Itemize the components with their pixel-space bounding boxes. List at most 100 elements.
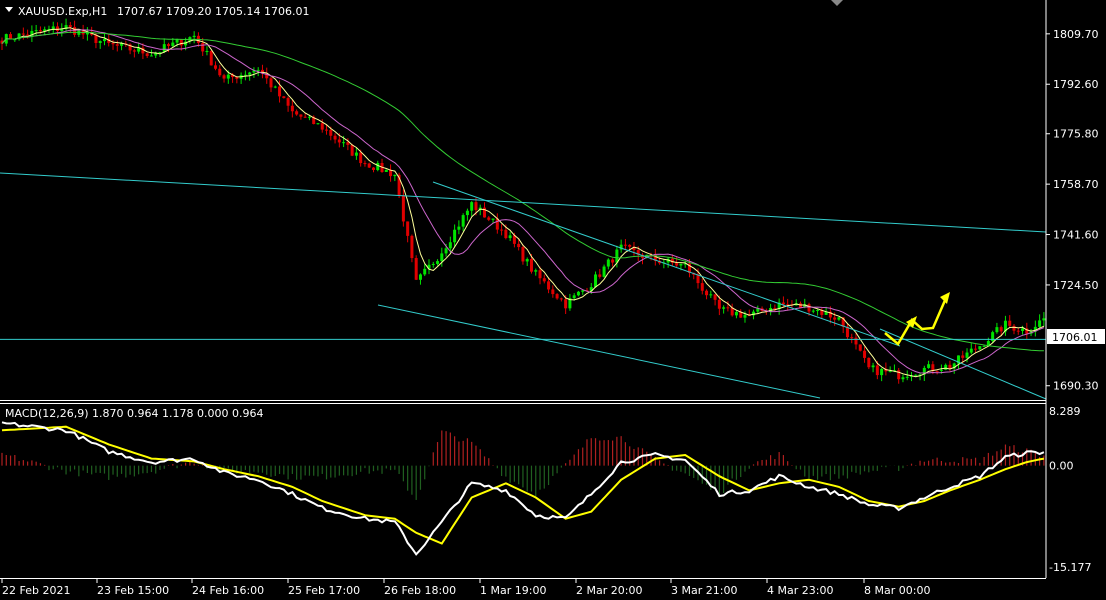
candle-body xyxy=(226,74,230,79)
candle-body xyxy=(73,26,77,35)
candle-body xyxy=(282,96,286,99)
candle-body xyxy=(491,218,495,220)
price-tick-label: 1809.70 xyxy=(1053,28,1099,41)
candle-body xyxy=(286,98,290,106)
candle-body xyxy=(209,50,213,66)
candle-body xyxy=(371,167,375,170)
candle-body xyxy=(811,310,815,312)
candle-body xyxy=(675,262,679,266)
candle-body xyxy=(290,105,294,112)
candle-body xyxy=(487,217,491,220)
candle-body xyxy=(978,346,982,350)
macd-label: MACD(12,26,9) 1.870 0.964 1.178 0.000 0.… xyxy=(5,407,263,420)
candle-body xyxy=(401,195,405,222)
macd-tick-label: 0.00 xyxy=(1049,460,1074,473)
candle-body xyxy=(564,299,568,309)
candle-body xyxy=(359,152,363,164)
time-tick-label: 4 Mar 23:00 xyxy=(767,584,833,597)
candle-body xyxy=(325,129,329,131)
candle-body xyxy=(414,258,418,280)
candle-body xyxy=(248,72,252,75)
candle-body xyxy=(256,69,260,71)
candle-body xyxy=(1008,320,1012,326)
candle-body xyxy=(162,44,166,52)
candle-body xyxy=(393,174,397,177)
candle-body xyxy=(850,337,854,339)
candle-body xyxy=(363,163,367,165)
candle-body xyxy=(713,294,717,300)
candle-body xyxy=(94,34,98,43)
macd-histogram xyxy=(1,430,1045,500)
candle-body xyxy=(871,365,875,368)
candle-body xyxy=(551,289,555,295)
candle-body xyxy=(611,259,615,263)
price-tick-label: 1690.30 xyxy=(1053,380,1099,393)
candle-body xyxy=(354,152,358,156)
candle-body xyxy=(376,162,380,170)
candle-body xyxy=(974,348,978,350)
candle-body xyxy=(559,298,563,300)
candle-body xyxy=(734,311,738,316)
candle-body xyxy=(602,266,606,277)
candle-body xyxy=(517,243,521,248)
candle-body xyxy=(158,51,162,53)
candle-body xyxy=(995,327,999,333)
price-pane[interactable] xyxy=(0,18,1047,400)
candle-body xyxy=(448,242,452,249)
candle-body xyxy=(500,229,504,231)
candle-body xyxy=(867,357,871,368)
candle-body xyxy=(1038,320,1042,327)
candle-body xyxy=(329,129,333,136)
candle-body xyxy=(858,344,862,351)
candle-body xyxy=(939,369,943,371)
macd-main-line xyxy=(1,421,1045,556)
candle-body xyxy=(51,26,55,29)
ohlc-readout: 1707.67 1709.20 1705.14 1706.01 xyxy=(117,5,309,18)
candle-body xyxy=(623,244,627,246)
candle-body xyxy=(700,283,704,291)
candle-body xyxy=(337,139,341,143)
macd-tick-label: -15.177 xyxy=(1049,561,1091,574)
quick-navigation-icon[interactable] xyxy=(831,0,843,6)
candle-body xyxy=(179,39,183,46)
candle-body xyxy=(722,307,726,309)
candle-body xyxy=(21,33,25,35)
candle-body xyxy=(743,315,747,318)
candle-body xyxy=(773,307,777,309)
candle-body xyxy=(927,364,931,368)
candle-body xyxy=(525,259,529,262)
ma-slow-line xyxy=(1,31,1044,352)
upper-channel-line xyxy=(432,181,901,347)
candle-body xyxy=(598,274,602,277)
candle-body xyxy=(320,123,324,130)
candle-body xyxy=(303,116,307,118)
candle-body xyxy=(299,114,303,117)
candle-body xyxy=(342,142,346,144)
candle-body xyxy=(444,248,448,254)
candle-body xyxy=(384,169,388,173)
macd-pane[interactable] xyxy=(1,421,1045,556)
time-tick-label: 26 Feb 18:00 xyxy=(384,584,456,597)
candle-body xyxy=(905,376,909,378)
candle-body xyxy=(316,123,320,125)
candle-body xyxy=(705,290,709,296)
candle-body xyxy=(781,302,785,305)
time-tick-label: 25 Feb 17:00 xyxy=(288,584,360,597)
candle-body xyxy=(606,259,610,267)
symbol-dropdown-icon[interactable] xyxy=(5,7,13,12)
candle-body xyxy=(431,263,435,265)
candle-body xyxy=(273,86,277,88)
candle-body xyxy=(145,53,149,56)
candle-body xyxy=(470,202,474,211)
time-tick-label: 1 Mar 19:00 xyxy=(480,584,546,597)
price-tick-label: 1741.60 xyxy=(1053,229,1099,242)
candle-body xyxy=(696,274,700,284)
candle-body xyxy=(410,235,414,259)
candle-body xyxy=(367,163,371,168)
candle-body xyxy=(999,327,1003,332)
ma-mid-line xyxy=(1,29,1045,374)
candle-body xyxy=(935,370,939,372)
trading-chart[interactable]: 1809.70 1792.60 1775.80 1758.70 1741.60 1724.… xyxy=(0,0,1106,600)
time-tick-label: 2 Mar 20:00 xyxy=(576,584,642,597)
candle-body xyxy=(726,307,730,309)
